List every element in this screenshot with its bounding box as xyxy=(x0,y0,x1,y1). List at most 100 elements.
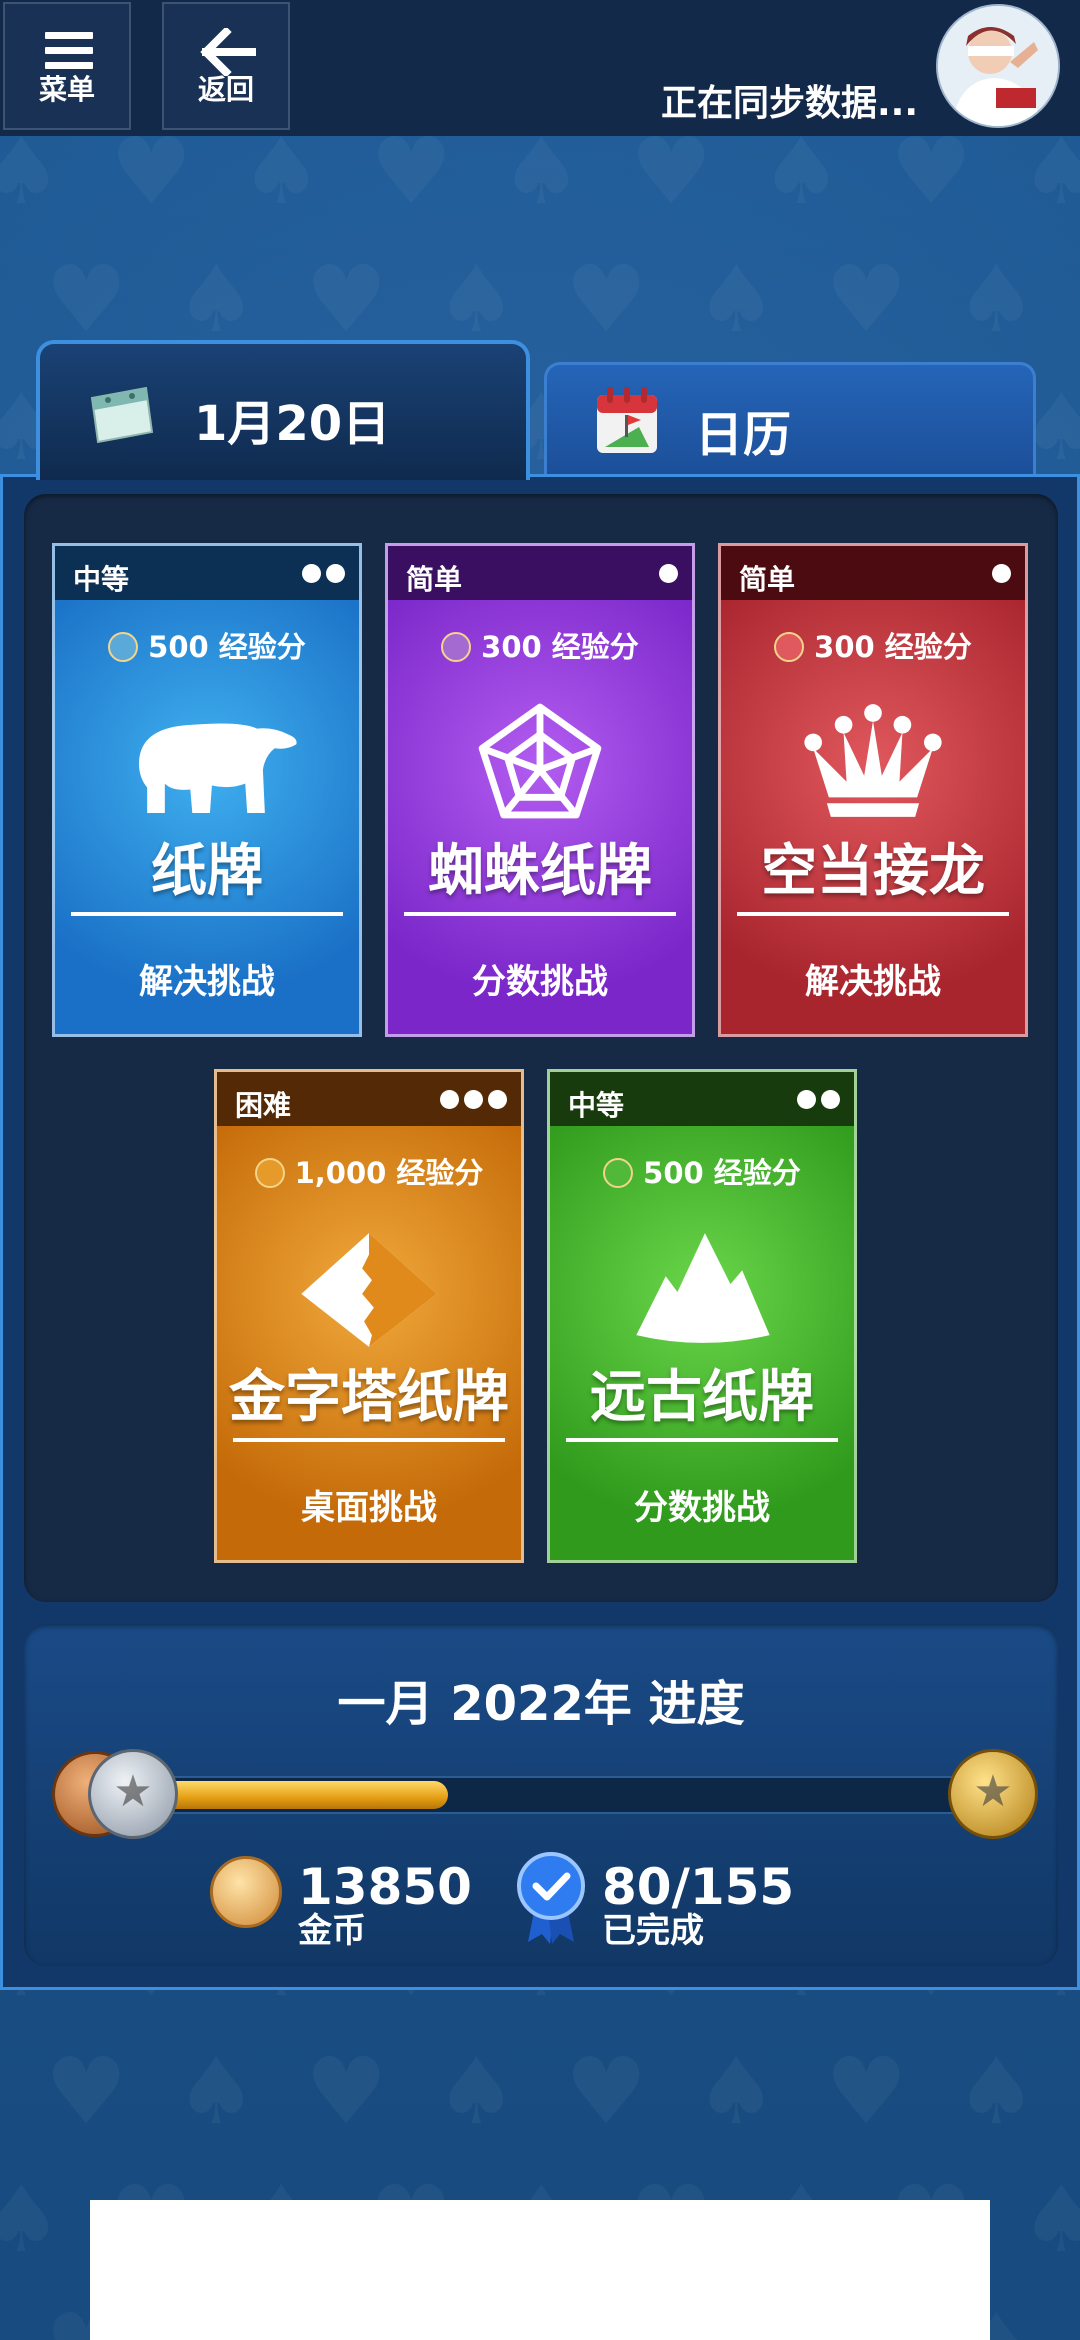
back-button[interactable]: 返回 xyxy=(162,2,290,130)
card-header: 简单 xyxy=(721,546,1025,600)
sync-status: 正在同步数据... xyxy=(660,83,918,124)
card-subtitle: 解决挑战 xyxy=(805,962,941,1002)
xp-label: 500 经验分 xyxy=(643,1156,801,1190)
challenge-card-pyramid[interactable]: 困难 1,000 经验分 金字塔纸牌 桌面挑战 xyxy=(214,1069,524,1563)
challenge-card-freecell[interactable]: 简单 300 经验分 空当接龙 解决挑战 xyxy=(718,543,1028,1037)
challenge-card-tripeaks[interactable]: 中等 500 经验分 远古纸牌 分数挑战 xyxy=(547,1069,857,1563)
card-divider xyxy=(404,912,676,916)
difficulty-label: 困难 xyxy=(235,1089,292,1122)
suit-pattern-mark: ♠ xyxy=(175,254,257,346)
spider-web-icon xyxy=(478,703,602,819)
difficulty-label: 中等 xyxy=(568,1089,625,1122)
card-divider xyxy=(233,1438,505,1442)
polar-bear-icon xyxy=(139,723,297,814)
card-header: 困难 xyxy=(217,1072,521,1126)
completed-badge-icon xyxy=(517,1852,585,1944)
card-title: 纸牌 xyxy=(151,839,263,904)
xp-coin-icon xyxy=(441,632,472,662)
card-subtitle: 分数挑战 xyxy=(472,962,608,1002)
top-bar: 菜单 返回 正在同步数据... xyxy=(0,0,1080,136)
coins-label: 金币 xyxy=(298,1911,366,1951)
xp-coin-icon xyxy=(254,1158,285,1188)
card-header: 简单 xyxy=(388,546,692,600)
suit-pattern-mark: ♥ xyxy=(825,2046,907,2138)
difficulty-label: 简单 xyxy=(406,563,463,596)
xp-label: 300 经验分 xyxy=(814,630,972,664)
xp-reward: 1,000 经验分 xyxy=(217,1150,521,1192)
suit-pattern-mark: ♥ xyxy=(110,136,192,218)
suit-pattern-mark: ♠ xyxy=(0,136,62,218)
challenge-card-spider[interactable]: 简单 300 经验分 蜘蛛纸牌 分数挑战 xyxy=(385,543,695,1037)
suit-pattern-mark: ♠ xyxy=(240,136,322,218)
completed-label: 已完成 xyxy=(602,1911,704,1951)
suit-pattern-mark: ♠ xyxy=(435,2046,517,2138)
suit-pattern-mark: ♥ xyxy=(565,2046,647,2138)
suit-pattern-mark: ♠ xyxy=(500,136,582,218)
calendar-icon xyxy=(597,387,657,453)
card-header: 中等 xyxy=(550,1072,854,1126)
back-label: 返回 xyxy=(197,73,254,106)
challenge-card-klondike[interactable]: 中等 500 经验分 纸牌 解决挑战 xyxy=(52,543,362,1037)
difficulty-dots xyxy=(297,564,345,586)
card-subtitle: 解决挑战 xyxy=(139,962,275,1002)
suit-pattern-mark: ♥ xyxy=(305,254,387,346)
tab-calendar[interactable]: 日历 xyxy=(544,362,1036,474)
xp-label: 500 经验分 xyxy=(148,630,306,664)
suit-pattern-mark: ♠ xyxy=(435,254,517,346)
difficulty-dots xyxy=(987,564,1011,586)
suit-pattern-mark: ♥ xyxy=(890,136,972,218)
tab-today-label: 1月20日 xyxy=(194,396,391,452)
suit-pattern-mark: ♠ xyxy=(0,2174,62,2266)
suit-pattern-mark: ♠ xyxy=(760,136,842,218)
suit-pattern-mark: ♠ xyxy=(1020,2174,1080,2266)
card-subtitle: 桌面挑战 xyxy=(301,1488,437,1528)
xp-reward: 500 经验分 xyxy=(55,624,359,666)
suit-pattern-mark: ♥ xyxy=(630,136,712,218)
coin-icon xyxy=(210,1856,282,1928)
coins-value: 13850 xyxy=(298,1858,472,1916)
card-header: 中等 xyxy=(55,546,359,600)
xp-coin-icon xyxy=(774,632,805,662)
suit-pattern-mark: ♥ xyxy=(370,136,452,218)
suit-pattern-mark: ♥ xyxy=(825,254,907,346)
xp-reward: 300 经验分 xyxy=(388,624,692,666)
silver-medal-icon: ★ xyxy=(88,1749,178,1839)
gold-medal-icon: ★ xyxy=(948,1749,1038,1839)
mountain-icon xyxy=(636,1233,770,1343)
card-title: 空当接龙 xyxy=(761,839,985,904)
ad-banner[interactable] xyxy=(90,2200,990,2340)
suit-pattern-mark: ♠ xyxy=(695,2046,777,2138)
difficulty-dots xyxy=(435,1090,507,1112)
difficulty-label: 中等 xyxy=(73,563,130,596)
progress-title: 一月 2022年 进度 xyxy=(337,1676,745,1732)
menu-button[interactable]: 菜单 xyxy=(3,2,131,130)
suit-pattern-mark: ♠ xyxy=(955,254,1037,346)
card-divider xyxy=(566,1438,838,1442)
avatar[interactable] xyxy=(936,4,1060,128)
crown-icon xyxy=(804,704,942,817)
suit-pattern-mark: ♥ xyxy=(45,2046,127,2138)
hamburger-icon xyxy=(45,32,93,70)
avatar-image xyxy=(938,6,1058,126)
card-divider xyxy=(71,912,343,916)
menu-label: 菜单 xyxy=(38,73,95,106)
card-subtitle: 分数挑战 xyxy=(634,1488,770,1528)
monthly-progress: 一月 2022年 进度 ★ ★ 13850 金币 80/155 已完成 xyxy=(24,1624,1058,1966)
difficulty-dots xyxy=(792,1090,840,1112)
xp-label: 300 经验分 xyxy=(481,630,639,664)
suit-pattern-mark: ♥ xyxy=(565,254,647,346)
suit-pattern-mark: ♥ xyxy=(305,2046,387,2138)
tab-today[interactable]: 1月20日 xyxy=(36,340,530,480)
completed-value: 80/155 xyxy=(602,1858,795,1916)
card-divider xyxy=(737,912,1009,916)
suit-pattern-mark: ♠ xyxy=(175,2046,257,2138)
card-title: 远古纸牌 xyxy=(590,1365,814,1430)
card-title: 金字塔纸牌 xyxy=(229,1365,509,1430)
pyramid-icon xyxy=(301,1233,437,1347)
xp-label: 1,000 经验分 xyxy=(294,1156,484,1190)
xp-reward: 300 经验分 xyxy=(721,624,1025,666)
suit-pattern-mark: ♥ xyxy=(45,254,127,346)
xp-coin-icon xyxy=(603,1158,634,1188)
xp-coin-icon xyxy=(108,632,139,662)
progress-fill xyxy=(136,1781,448,1809)
